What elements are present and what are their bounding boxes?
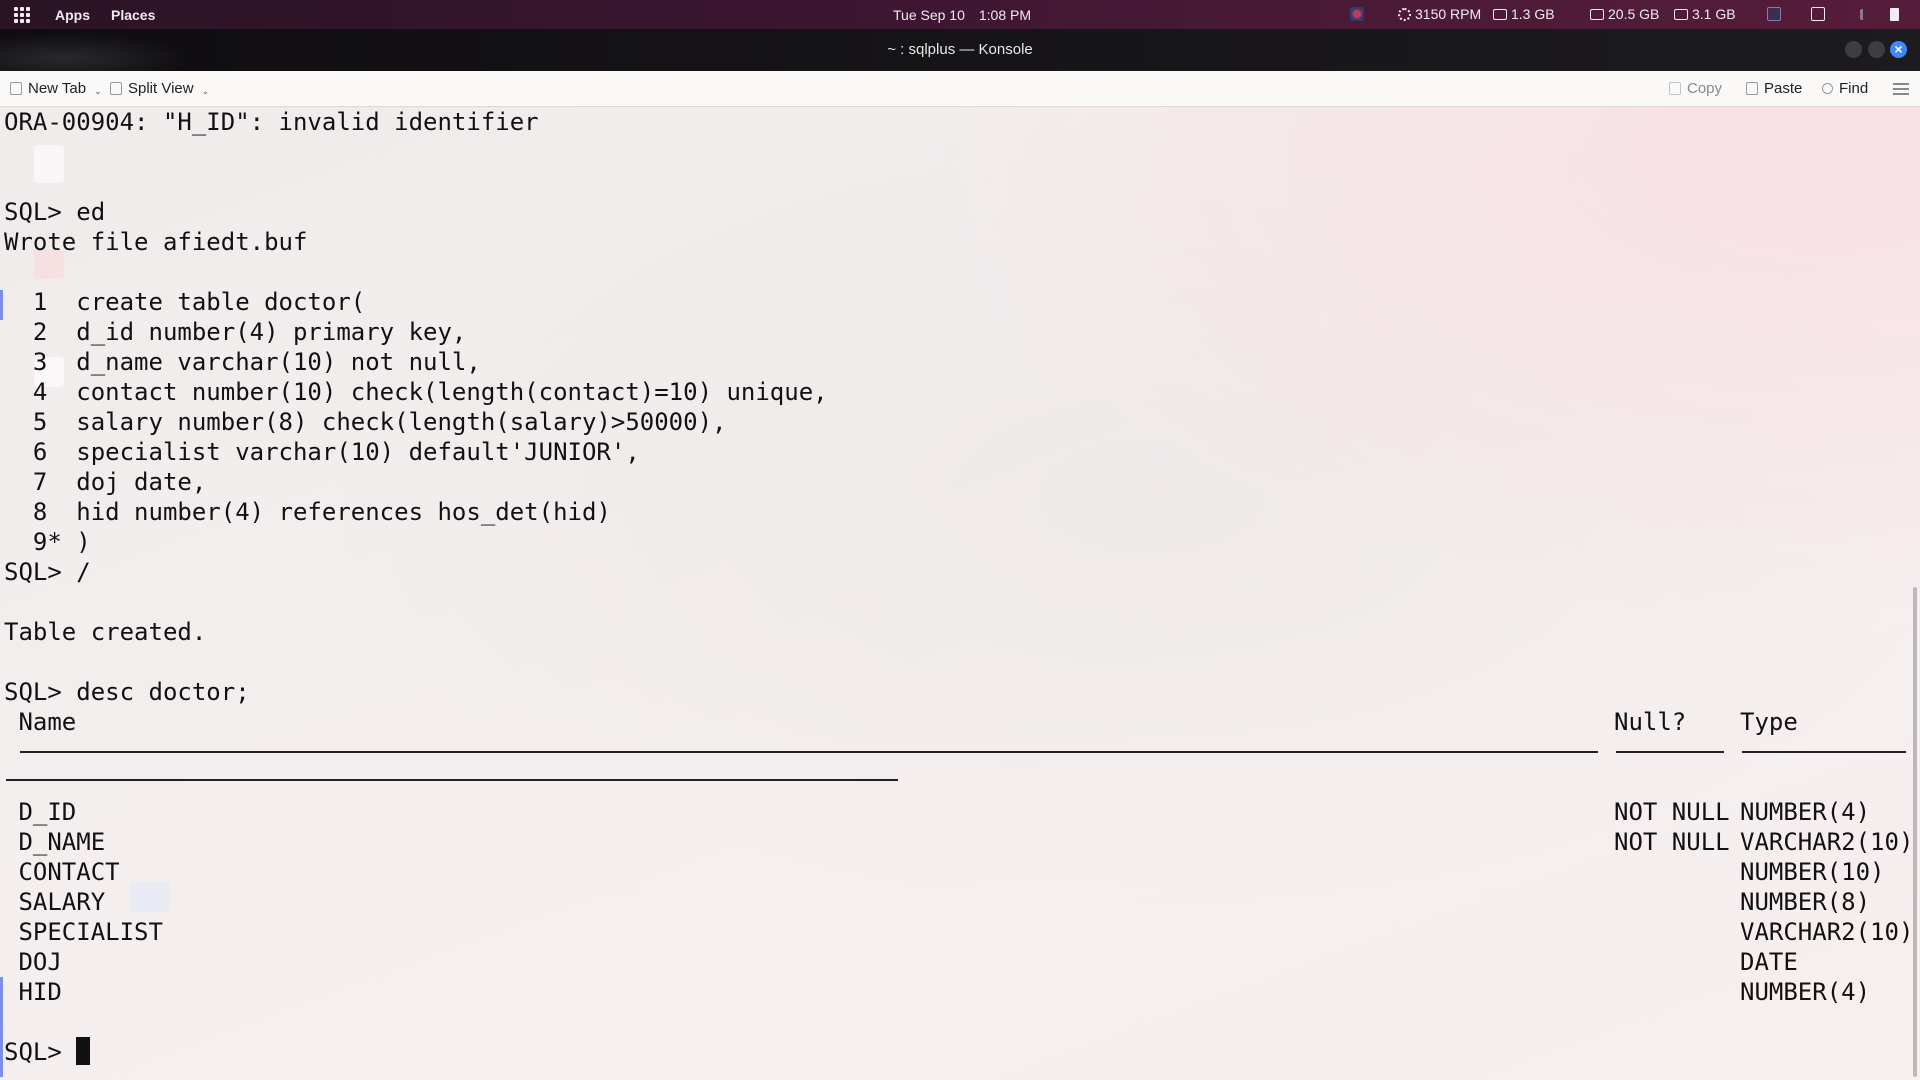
ghost-drive-icon (130, 882, 170, 912)
clock[interactable]: Tue Sep 10 1:08 PM (893, 7, 1031, 23)
paste-icon (1746, 82, 1758, 95)
buffer-line: 4 contact number(10) check(length(contac… (4, 378, 828, 406)
new-tab-button[interactable]: New Tab ⌄ (10, 80, 102, 97)
input-prompt[interactable]: SQL> (4, 1037, 91, 1067)
desc-row-type: NUMBER(8) (1740, 888, 1871, 916)
buffer-line: 2 d_id number(4) primary key, (4, 318, 467, 346)
clock-time: 1:08 PM (978, 7, 1032, 23)
swap-indicator: 3.1 GB (1674, 6, 1736, 22)
split-view-button[interactable]: Split View ⌄ (110, 80, 209, 97)
desc-row-null: NOT NULL (1614, 798, 1730, 826)
header-underline (20, 751, 1598, 753)
find-button[interactable]: Find (1822, 80, 1868, 97)
terminal-scrollbar[interactable] (1913, 587, 1917, 1077)
new-tab-icon (10, 82, 22, 95)
selection-marker (0, 977, 3, 1077)
desc-row-type: NUMBER(4) (1740, 798, 1871, 826)
desc-row-name: HID (4, 978, 62, 1006)
swap-icon (1674, 8, 1688, 20)
memory-icon (1493, 8, 1507, 20)
desc-header-null: Null? (1614, 708, 1687, 736)
buffer-line: 5 salary number(8) check(length(salary)>… (4, 408, 727, 436)
disk-indicator: 20.5 GB (1590, 6, 1659, 22)
fan-speed-indicator: 3150 RPM (1398, 6, 1481, 22)
output-line: Wrote file afiedt.buf (4, 228, 308, 256)
error-line: ORA-00904: "H_ID": invalid identifier (4, 108, 539, 136)
buffer-line: 8 hid number(4) references hos_det(hid) (4, 498, 611, 526)
hamburger-menu-icon[interactable] (1893, 83, 1909, 98)
volume-muted-icon[interactable] (1860, 9, 1873, 20)
desc-row-type: NUMBER(10) (1740, 858, 1885, 886)
tray-app-icon[interactable] (1350, 7, 1364, 21)
split-view-icon (110, 82, 122, 95)
output-line: Table created. (4, 618, 207, 646)
chevron-down-icon: ⌄ (201, 86, 210, 96)
buffer-line: 3 d_name varchar(10) not null, (4, 348, 481, 376)
memory-indicator: 1.3 GB (1493, 6, 1555, 22)
buffer-line: 9* ) (4, 528, 91, 556)
terminal-view[interactable]: ORA-00904: "H_ID": invalid identifier SQ… (0, 107, 1920, 1080)
disk-icon (1590, 8, 1604, 20)
buffer-line: 7 doj date, (4, 468, 207, 496)
maximize-button[interactable] (1868, 41, 1885, 58)
fan-icon (1398, 7, 1411, 21)
window-titlebar[interactable]: ~ : sqlplus — Konsole × (0, 29, 1920, 71)
buffer-line: 6 specialist varchar(10) default'JUNIOR'… (4, 438, 640, 466)
header-underline (1616, 751, 1724, 753)
desc-row-name: CONTACT (4, 858, 120, 886)
header-underline (1742, 751, 1906, 753)
apps-menu[interactable]: Apps (55, 7, 90, 23)
paste-button[interactable]: Paste (1746, 80, 1802, 97)
prompt-line: SQL> ed (4, 198, 106, 226)
app-grid-icon[interactable] (14, 7, 30, 23)
desc-row-name: SPECIALIST (4, 918, 163, 946)
battery-icon[interactable] (1890, 8, 1899, 21)
desc-row-type: DATE (1740, 948, 1798, 976)
copy-icon (1669, 82, 1681, 95)
desc-row-type: NUMBER(4) (1740, 978, 1871, 1006)
copy-button[interactable]: Copy (1669, 80, 1722, 97)
desc-header-name: Name (4, 708, 77, 736)
tray-avatar-icon[interactable] (1767, 7, 1781, 21)
prompt-line: SQL> / (4, 558, 91, 586)
desc-row-name: D_NAME (4, 828, 106, 856)
window-title: ~ : sqlplus — Konsole (887, 41, 1033, 58)
selection-marker (0, 290, 3, 320)
desc-row-type: VARCHAR2(10) (1740, 828, 1914, 856)
prompt-text: SQL> (4, 1038, 77, 1066)
minimize-button[interactable] (1845, 41, 1862, 58)
text-cursor (76, 1037, 91, 1065)
desc-row-name: DOJ (4, 948, 62, 976)
desc-row-null: NOT NULL (1614, 828, 1730, 856)
desc-row-name: SALARY (4, 888, 106, 916)
close-button[interactable]: × (1890, 41, 1907, 58)
desc-header-type: Type (1740, 708, 1798, 736)
prompt-line: SQL> desc doctor; (4, 678, 250, 706)
konsole-toolbar: New Tab ⌄ Split View ⌄ Copy Paste Find (0, 71, 1920, 107)
chevron-down-icon: ⌄ (94, 86, 102, 96)
clipboard-icon[interactable] (1811, 7, 1825, 21)
header-underline (6, 779, 898, 781)
buffer-line: 1 create table doctor( (4, 288, 366, 316)
top-panel: Apps Places Tue Sep 10 1:08 PM 3150 RPM … (0, 0, 1920, 29)
desc-row-type: VARCHAR2(10) (1740, 918, 1914, 946)
ghost-file-icon (34, 145, 64, 183)
places-menu[interactable]: Places (111, 7, 155, 23)
clock-date: Tue Sep 10 (893, 7, 965, 23)
desc-row-name: D_ID (4, 798, 77, 826)
search-icon (1822, 83, 1833, 94)
